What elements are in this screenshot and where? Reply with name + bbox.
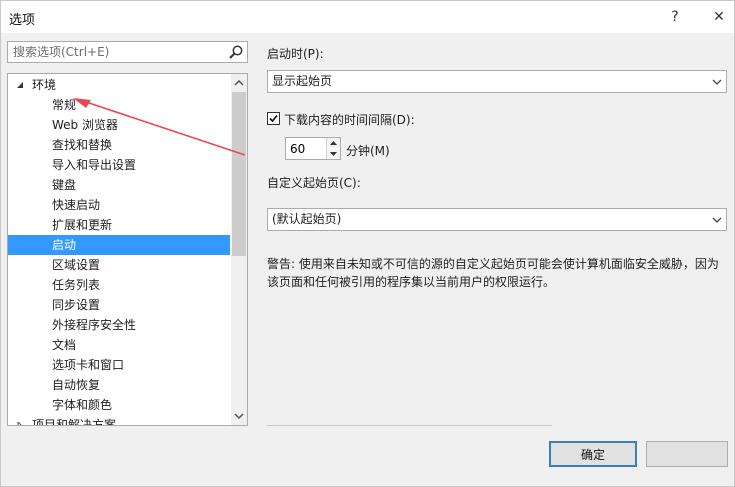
chevron-down-icon [712, 79, 722, 85]
tree-item-import-export[interactable]: 导入和导出设置 [8, 155, 230, 175]
collapsed-triangle-icon[interactable] [16, 422, 24, 426]
download-interval-checkbox[interactable] [267, 112, 280, 125]
tree-item-addin-security[interactable]: 外接程序安全性 [8, 315, 230, 335]
help-icon: ? [671, 9, 679, 25]
search-icon[interactable] [228, 44, 244, 60]
tree-item-documents[interactable]: 文档 [8, 335, 230, 355]
tree-node-projects-solutions[interactable]: 项目和解决方案 [8, 415, 230, 426]
help-button[interactable]: ? [661, 5, 689, 29]
tree-item-fonts-colors[interactable]: 字体和颜色 [8, 395, 230, 415]
scroll-down-icon[interactable] [233, 410, 245, 422]
divider [267, 425, 552, 426]
tree-item-autorecover[interactable]: 自动恢复 [8, 375, 230, 395]
scroll-up-icon[interactable] [233, 77, 245, 89]
startup-dropdown[interactable]: 显示起始页 [267, 70, 727, 93]
close-icon: ✕ [713, 9, 725, 25]
close-button[interactable]: ✕ [705, 5, 733, 29]
ok-button[interactable]: 确定 [549, 441, 637, 467]
annotation-arrow-icon [73, 98, 246, 156]
expanded-triangle-icon[interactable] [16, 81, 24, 89]
tree-item-quick-launch[interactable]: 快速启动 [8, 195, 230, 215]
tree-item-label: 同步设置 [52, 298, 101, 312]
ok-button-label: 确定 [580, 447, 605, 462]
tree-item-label: 任务列表 [52, 278, 101, 292]
title-bar: 选项 ? ✕ [1, 1, 734, 33]
window-title: 选项 [9, 13, 36, 28]
increment-up-icon[interactable] [326, 138, 340, 148]
interval-input[interactable] [286, 138, 324, 159]
increment-down-icon[interactable] [326, 149, 340, 159]
tree-item-extensions[interactable]: 扩展和更新 [8, 215, 230, 235]
interval-unit-label: 分钟(M) [346, 144, 390, 158]
tree-item-keyboard[interactable]: 键盘 [8, 175, 230, 195]
startup-dropdown-value: 显示起始页 [272, 74, 333, 88]
tree-item-task-list[interactable]: 任务列表 [8, 275, 230, 295]
tree-node-label: 环境 [32, 78, 57, 92]
options-dialog: 选项 ? ✕ 环境 常规 Web 浏览器 查找和替换 [0, 0, 735, 487]
custom-start-page-dropdown[interactable]: (默认起始页) [267, 208, 727, 231]
tree-item-label: 键盘 [52, 178, 77, 192]
tree-item-label: 快速启动 [52, 198, 101, 212]
download-interval-label: 下载内容的时间间隔(D): [284, 113, 415, 127]
tree-item-label: 自动恢复 [52, 378, 101, 392]
tree-item-label: 导入和导出设置 [52, 158, 137, 172]
tree-node-label: 项目和解决方案 [32, 418, 117, 426]
custom-start-page-value: (默认起始页) [272, 212, 342, 226]
checkmark-icon [269, 114, 278, 123]
tree-item-label: 字体和颜色 [52, 398, 113, 412]
tree-item-label: 扩展和更新 [52, 218, 113, 232]
tree-item-label: 区域设置 [52, 258, 101, 272]
search-box[interactable] [7, 41, 248, 63]
tree-item-tabs-windows[interactable]: 选项卡和窗口 [8, 355, 230, 375]
tree-item-label: 外接程序安全性 [52, 318, 137, 332]
cancel-button[interactable] [646, 441, 728, 467]
startup-label: 启动时(P): [267, 47, 324, 61]
interval-stepper[interactable] [285, 137, 341, 160]
chevron-down-icon [712, 217, 722, 223]
custom-start-page-label: 自定义起始页(C): [267, 176, 361, 190]
tree-item-sync[interactable]: 同步设置 [8, 295, 230, 315]
tree-item-label: 选项卡和窗口 [52, 358, 125, 372]
tree-node-environment[interactable]: 环境 [8, 75, 230, 95]
tree-item-startup[interactable]: 启动 [8, 235, 230, 255]
tree-item-label: 文档 [52, 338, 77, 352]
security-warning-text: 警告: 使用来自未知或不可信的源的自定义起始页可能会使计算机面临安全威胁，因为该… [267, 257, 719, 289]
tree-item-label: 启动 [52, 238, 77, 252]
tree-item-regional[interactable]: 区域设置 [8, 255, 230, 275]
search-input[interactable] [8, 42, 223, 62]
